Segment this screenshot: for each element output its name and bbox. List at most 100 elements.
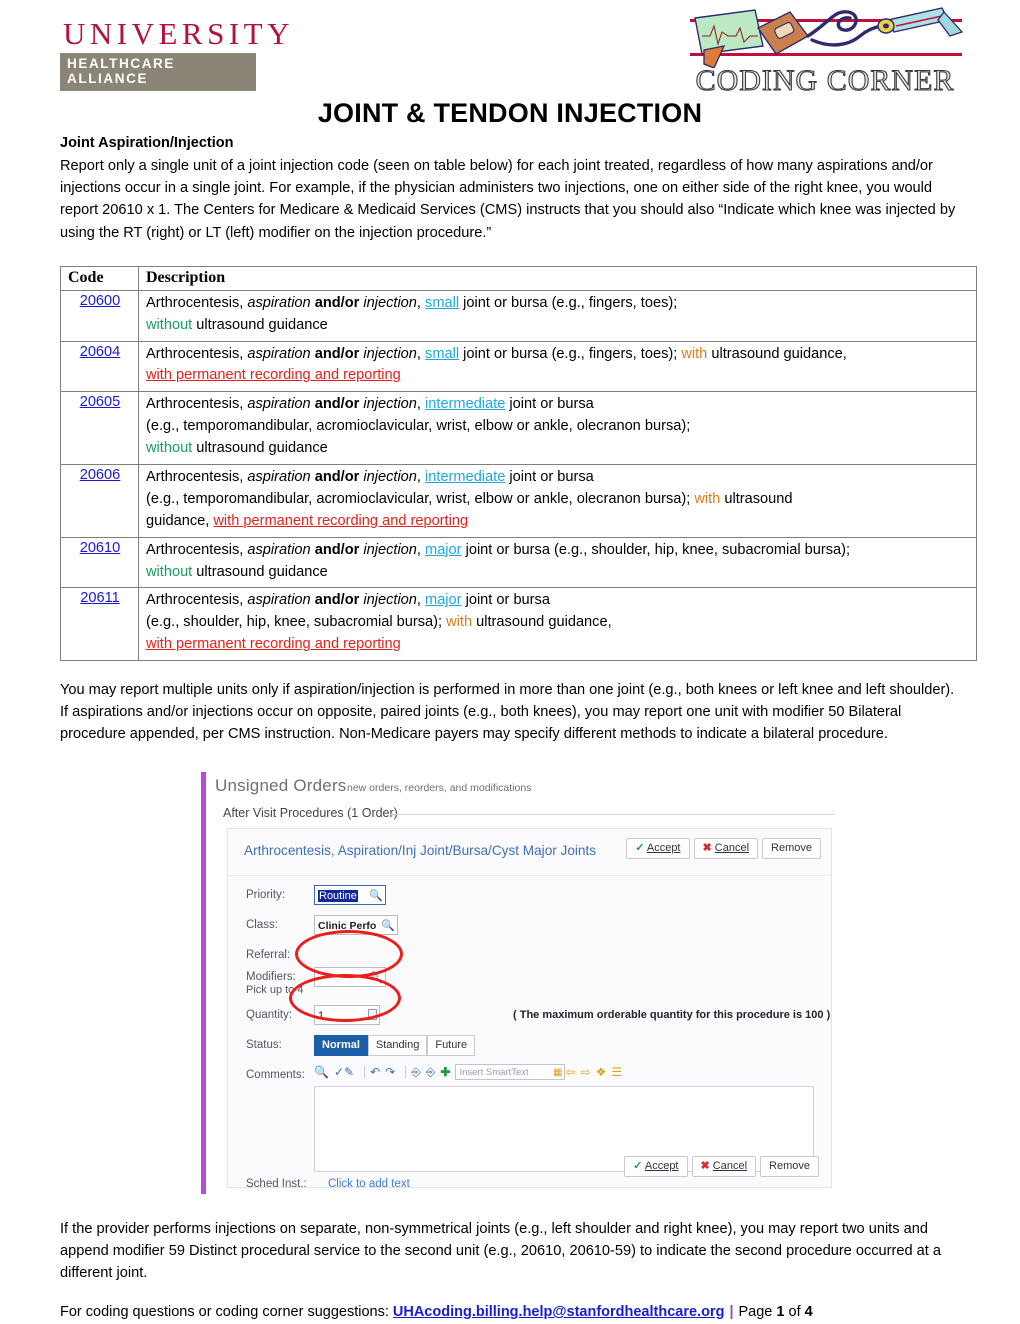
comments-toolbar: 🔍 ✓✎ ↶ ↷ ⎆ ⎆ ✚ Insert SmartText ▦ ⇦ ⇨ ❖ ☰ — [314, 1064, 627, 1082]
org-subtitle: HEALTHCARE ALLIANCE — [60, 53, 256, 91]
spellcheck-icon[interactable]: ✓✎ — [334, 1065, 354, 1079]
cpt-code[interactable]: 20600 — [60, 289, 139, 342]
status-row: Status: Normal Standing Future — [228, 1034, 833, 1064]
desc-andor: and/or — [310, 541, 364, 558]
desc-aspiration: aspiration — [247, 345, 311, 362]
desc-with-rest: ultrasound guidance, — [707, 345, 847, 362]
brand-name: CODING CORNER — [695, 64, 955, 97]
desc-injection: injection — [363, 396, 417, 413]
desc-lead: Arthrocentesis, — [146, 294, 248, 311]
modifiers-label: Modifiers: — [246, 970, 296, 983]
class-input[interactable]: Clinic Perfo 🔍 — [314, 914, 398, 935]
remove-button-label: Remove — [769, 1159, 810, 1172]
desc-joint-size: intermediate — [425, 396, 506, 413]
desc-comma: , — [416, 592, 426, 609]
sched-inst-link[interactable]: Click to add text — [328, 1178, 410, 1190]
section-heading: Joint Aspiration/Injection — [60, 135, 234, 152]
order-footer-buttons: ✓ Accept ✖ Cancel Remove — [620, 1155, 819, 1177]
paragraph-after-table: You may report multiple units only if as… — [60, 682, 955, 743]
desc-lead: Arthrocentesis, — [146, 345, 248, 362]
modifiers-input[interactable]: 🔍 — [314, 966, 386, 987]
table-row: 20610 Arthrocentesis, aspiration and/or … — [60, 536, 977, 589]
smarttext-input[interactable]: Insert SmartText ▦ — [455, 1064, 566, 1081]
quantity-label: Quantity: — [246, 1008, 293, 1021]
desc-lead: Arthrocentesis, — [146, 592, 248, 609]
accent-bar — [201, 771, 206, 1194]
desc-guidance-rest: ultrasound guidance — [192, 563, 328, 580]
add-plus-icon[interactable]: ✚ — [440, 1065, 450, 1079]
smartphrase-question-icon[interactable]: ⎆ — [426, 1065, 436, 1080]
x-icon: ✖ — [700, 1159, 710, 1172]
desc-joint-size: small — [425, 294, 460, 311]
remove-button-footer[interactable]: Remove — [760, 1155, 819, 1177]
smarttext-lookup-icon[interactable]: ▦ — [553, 1066, 562, 1080]
class-value: Clinic Perfo — [318, 919, 377, 932]
unsigned-orders-title: Unsigned Orders — [215, 775, 347, 795]
status-option-standing[interactable]: Standing — [367, 1034, 428, 1056]
comments-toolbar-row: Comments: 🔍 ✓✎ ↶ ↷ ⎆ ⎆ ✚ Insert SmartText ▦ ⇦ ⇨ ❖ ☰ — [228, 1064, 833, 1086]
accept-button-footer[interactable]: ✓ Accept — [624, 1155, 688, 1177]
desc-comma: , — [416, 294, 426, 311]
cancel-button[interactable]: ✖ Cancel — [693, 837, 759, 859]
desc-examples: (e.g., temporomandibular, acromioclavicu… — [146, 490, 695, 507]
x-icon: ✖ — [702, 841, 712, 854]
toolbar-divider — [405, 1066, 407, 1079]
desc-guidance-cont: guidance, — [146, 512, 214, 529]
cpt-code[interactable]: 20610 — [60, 536, 139, 589]
remove-button[interactable]: Remove — [762, 837, 821, 859]
quantity-input[interactable]: 1 — [314, 1004, 380, 1025]
unsigned-orders-screen: Unsigned Orders new orders, reorders, an… — [185, 767, 845, 1198]
desc-mid: joint or bursa — [461, 592, 550, 609]
status-option-normal[interactable]: Normal — [314, 1034, 368, 1056]
referral-label: Referral: — [246, 948, 291, 961]
order-title[interactable]: Arthrocentesis, Aspiration/Inj Joint/Bur… — [244, 843, 596, 858]
desc-permanent-recording: with permanent recording and reporting — [213, 512, 469, 529]
status-option-future[interactable]: Future — [427, 1034, 476, 1056]
wand-icon[interactable]: ❖ — [596, 1065, 607, 1079]
desc-andor: and/or — [310, 592, 364, 609]
table-row: 20604 Arthrocentesis, aspiration and/or … — [60, 340, 977, 393]
remove-button-label: Remove — [771, 841, 812, 854]
desc-lead: Arthrocentesis, — [146, 541, 248, 558]
cpt-code[interactable]: 20604 — [60, 340, 139, 393]
redo-icon[interactable]: ↷ — [385, 1065, 395, 1079]
cpt-description: Arthrocentesis, aspiration and/or inject… — [138, 587, 977, 662]
cpt-code[interactable]: 20606 — [60, 463, 139, 538]
class-label: Class: — [246, 918, 278, 931]
desc-aspiration: aspiration — [247, 592, 311, 609]
header-logos: UNIVERSITY HEALTHCARE ALLIANCE CODING CO… — [60, 0, 964, 98]
desc-joint-size: major — [425, 592, 462, 609]
cpt-code[interactable]: 20611 — [60, 587, 139, 662]
modifiers-row: Modifiers: 🔍 — [228, 966, 833, 988]
search-icon[interactable]: 🔍 — [369, 888, 383, 904]
desc-guidance-rest: ultrasound guidance — [192, 316, 328, 333]
desc-joint-size: small — [425, 345, 460, 362]
desc-andor: and/or — [310, 294, 364, 311]
table-row: 20605 Arthrocentesis, aspiration and/or … — [60, 391, 977, 465]
support-email-link[interactable]: UHAcoding.billing.help@stanfordhealthcar… — [393, 1304, 725, 1320]
page-total: 4 — [804, 1304, 813, 1321]
cpt-code[interactable]: 20605 — [60, 391, 139, 465]
search-icon[interactable]: 🔍 — [381, 918, 395, 934]
desc-comma: , — [416, 396, 426, 413]
list-icon[interactable]: ☰ — [611, 1065, 622, 1079]
previous-arrow-icon[interactable]: ⇦ — [565, 1065, 575, 1079]
quantity-max-hint: ( The maximum orderable quantity for thi… — [513, 1008, 831, 1021]
zoom-icon[interactable]: 🔍 — [314, 1065, 329, 1079]
accept-button-label: Accept — [646, 841, 681, 854]
desc-comma: , — [416, 541, 426, 558]
stepper-icon[interactable] — [368, 1008, 377, 1020]
desc-with-rest: ultrasound guidance, — [472, 614, 612, 631]
accept-button[interactable]: ✓ Accept — [626, 837, 690, 859]
desc-injection: injection — [363, 468, 417, 485]
undo-icon[interactable]: ↶ — [370, 1065, 380, 1079]
search-icon[interactable]: 🔍 — [369, 970, 383, 986]
cancel-button-footer[interactable]: ✖ Cancel — [691, 1155, 757, 1177]
priority-input[interactable]: Routine 🔍 — [314, 884, 386, 905]
cpt-description: Arthrocentesis, aspiration and/or inject… — [138, 391, 977, 465]
accept-button-label: Accept — [644, 1159, 679, 1172]
next-arrow-icon[interactable]: ⇨ — [581, 1065, 591, 1079]
desc-andor: and/or — [310, 345, 364, 362]
unsigned-orders-subtitle: new orders, reorders, and modifications — [347, 781, 532, 794]
help-question-icon[interactable]: ⎆ — [411, 1065, 421, 1080]
